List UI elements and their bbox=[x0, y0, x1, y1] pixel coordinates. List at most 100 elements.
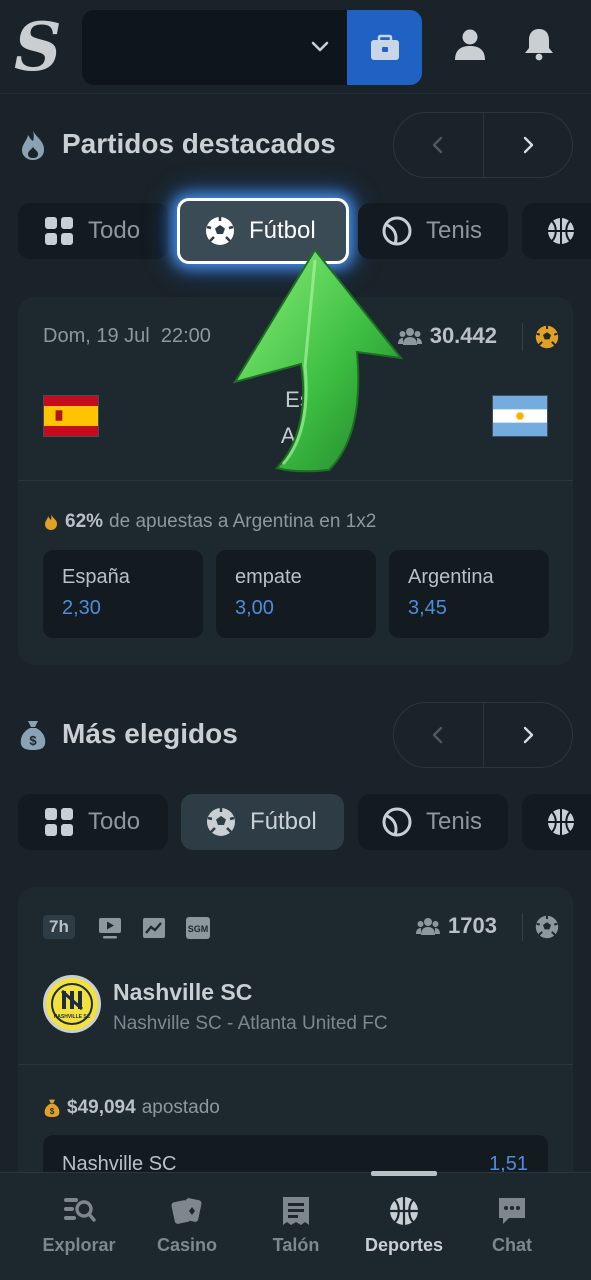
odd-draw[interactable]: empate 3,00 bbox=[216, 550, 376, 638]
odd-value: 3,00 bbox=[235, 597, 274, 619]
sgm-label: SGM bbox=[188, 924, 209, 934]
pager bbox=[393, 112, 573, 178]
selection-name: Nashville SC bbox=[62, 1153, 177, 1172]
ticket-icon bbox=[283, 1197, 309, 1225]
hot-bet-stat: 62% de apuestas a Argentina en 1x2 bbox=[43, 511, 376, 533]
odd-value: 2,30 bbox=[62, 597, 101, 619]
active-indicator bbox=[371, 1171, 437, 1176]
chat-icon bbox=[499, 1198, 525, 1224]
cards-icon bbox=[171, 1198, 202, 1224]
nav-talon[interactable]: Talón bbox=[241, 1195, 351, 1256]
chip-futbol[interactable]: Fútbol bbox=[181, 794, 344, 850]
soccer-ball-icon bbox=[535, 325, 559, 349]
soccer-ball-icon bbox=[207, 808, 235, 836]
nav-casino[interactable]: Casino bbox=[132, 1195, 242, 1256]
chip-basketball[interactable] bbox=[522, 794, 591, 850]
odd-away[interactable]: Argentina 3,45 bbox=[389, 550, 549, 638]
odd-value: 3,45 bbox=[408, 597, 447, 619]
chip-basketball[interactable] bbox=[522, 203, 591, 259]
tennis-ball-icon bbox=[382, 216, 412, 246]
chip-todo[interactable]: Todo bbox=[18, 203, 168, 259]
prev-button[interactable] bbox=[394, 703, 483, 767]
wallet-button[interactable] bbox=[347, 10, 422, 85]
money-bag-icon: $ bbox=[20, 721, 46, 750]
chevron-right-icon bbox=[523, 136, 533, 154]
money-bag-icon: $ bbox=[44, 1099, 60, 1117]
prev-button[interactable] bbox=[394, 113, 483, 177]
sgm-badge-icon: SGM bbox=[186, 917, 210, 939]
odd-label: Argentina bbox=[408, 566, 494, 588]
chevron-left-icon bbox=[433, 726, 443, 744]
fans-number: 1703 bbox=[448, 913, 497, 938]
chip-label: Tenis bbox=[426, 808, 483, 835]
fans-count: 1703 bbox=[416, 913, 497, 939]
selection-row[interactable]: Nashville SC 1,51 bbox=[43, 1135, 548, 1172]
svg-text:$: $ bbox=[50, 1107, 55, 1116]
fans-number: 30.442 bbox=[429, 323, 497, 348]
search-icon bbox=[64, 1198, 96, 1222]
grid-icon bbox=[45, 217, 73, 245]
balance-selector[interactable] bbox=[82, 10, 352, 85]
basketball-icon bbox=[390, 1197, 418, 1225]
chevron-down-icon bbox=[311, 41, 329, 52]
wallet-icon bbox=[370, 34, 399, 60]
people-icon bbox=[416, 918, 441, 935]
nashville-crest-icon: NASHVILLE SC bbox=[51, 983, 93, 1025]
chip-label: Fútbol bbox=[249, 217, 316, 244]
match-datetime: Dom, 19 Jul 22:00 bbox=[43, 325, 211, 348]
bet-total: $49,094 bbox=[67, 1097, 136, 1118]
divider bbox=[522, 323, 523, 351]
flame-icon bbox=[22, 130, 44, 160]
chevron-right-icon bbox=[523, 726, 533, 744]
hot-text: de apuestas a Argentina en 1x2 bbox=[109, 511, 377, 532]
nav-label: Talón bbox=[272, 1235, 320, 1255]
nav-deportes[interactable]: Deportes bbox=[349, 1195, 459, 1256]
bell-icon[interactable] bbox=[521, 26, 557, 62]
pager bbox=[393, 702, 573, 768]
hot-percent: 62% bbox=[65, 511, 104, 532]
next-button[interactable] bbox=[482, 113, 573, 177]
bottom-nav: Explorar Casino Talón Deportes Chat bbox=[0, 1171, 591, 1280]
section-title: Más elegidos bbox=[62, 718, 238, 749]
club-logo: NASHVILLE SC bbox=[43, 975, 101, 1033]
nav-label: Casino bbox=[156, 1235, 217, 1255]
most-chosen-card[interactable]: 7h SGM 1703 NASHVILLE SC Nashville SC Na… bbox=[18, 887, 573, 1172]
basketball-icon bbox=[548, 809, 574, 835]
time-tag: 7h bbox=[43, 915, 75, 939]
basketball-icon bbox=[548, 218, 574, 244]
tennis-ball-icon bbox=[382, 807, 412, 837]
stats-icon bbox=[143, 918, 165, 938]
video-icon bbox=[99, 918, 121, 939]
chip-label: Fútbol bbox=[250, 808, 317, 835]
pointer-arrow-icon bbox=[232, 248, 404, 473]
chip-tenis[interactable]: Tenis bbox=[358, 794, 508, 850]
top-bar: S bbox=[0, 0, 591, 94]
chip-todo[interactable]: Todo bbox=[18, 794, 168, 850]
club-logo-text: NASHVILLE SC bbox=[54, 1014, 91, 1020]
user-icon[interactable] bbox=[452, 26, 488, 62]
divider bbox=[522, 913, 523, 941]
svg-text:$: $ bbox=[29, 733, 37, 748]
odd-home[interactable]: España 2,30 bbox=[43, 550, 203, 638]
next-button[interactable] bbox=[482, 703, 573, 767]
bet-text: apostado bbox=[141, 1097, 220, 1118]
nav-chat[interactable]: Chat bbox=[457, 1195, 567, 1256]
chip-label: Todo bbox=[88, 217, 141, 244]
chip-label: Todo bbox=[88, 808, 141, 835]
bet-amount: $ $49,094 apostado bbox=[43, 1097, 220, 1119]
club-name: Nashville SC bbox=[113, 979, 253, 1005]
chevron-left-icon bbox=[433, 136, 443, 154]
selection-odd: 1,51 bbox=[489, 1153, 528, 1172]
nav-label: Explorar bbox=[42, 1235, 116, 1255]
chip-label: Tenis bbox=[426, 217, 483, 244]
logo[interactable]: S bbox=[14, 12, 62, 82]
flame-icon bbox=[45, 514, 57, 530]
divider bbox=[18, 1064, 573, 1065]
nav-label: Deportes bbox=[364, 1235, 444, 1255]
match-time: 22:00 bbox=[160, 325, 211, 347]
odd-label: empate bbox=[235, 566, 302, 588]
match-date: Dom, 19 Jul bbox=[43, 325, 150, 347]
nav-explorar[interactable]: Explorar bbox=[24, 1195, 134, 1256]
spain-flag bbox=[43, 395, 99, 437]
nav-label: Chat bbox=[492, 1235, 532, 1255]
